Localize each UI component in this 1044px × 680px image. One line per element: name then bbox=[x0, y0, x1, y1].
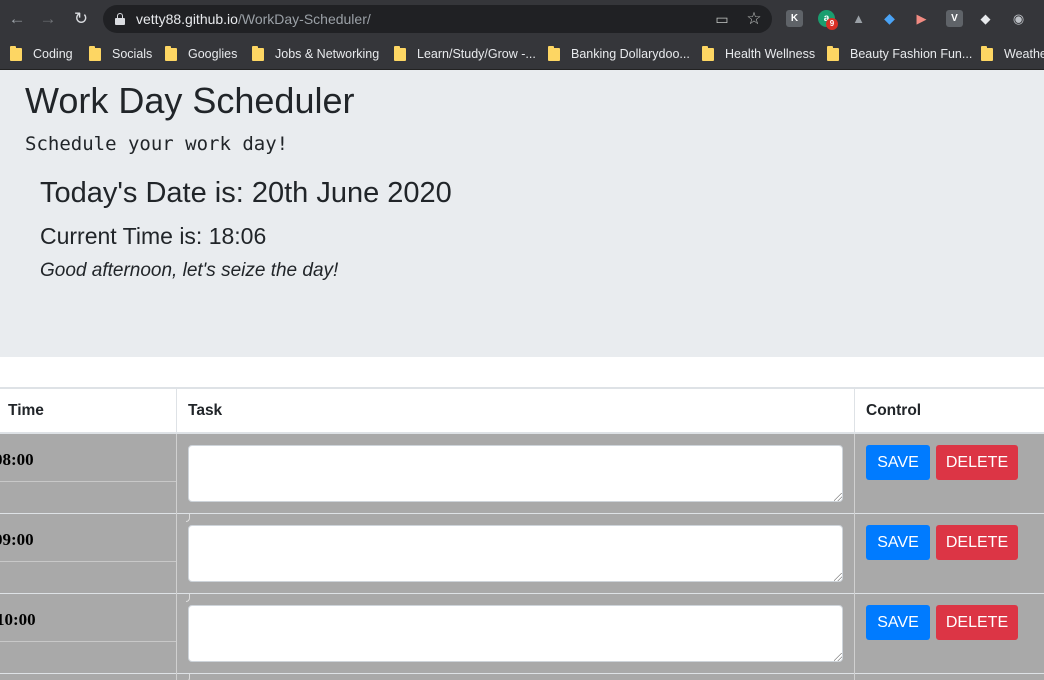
bookmark-label: Learn/Study/Grow -... bbox=[417, 47, 536, 61]
column-divider bbox=[176, 594, 177, 674]
video-icon[interactable]: ▶ bbox=[913, 10, 930, 27]
bookmark-label: Health Wellness bbox=[725, 47, 816, 61]
bookmark-label: Beauty Fashion Fun... bbox=[850, 47, 973, 61]
resize-handle-icon[interactable] bbox=[834, 493, 842, 501]
column-divider bbox=[176, 389, 177, 434]
hour-label: 08:00 bbox=[0, 450, 34, 469]
column-divider bbox=[176, 434, 177, 514]
folder-icon bbox=[981, 46, 993, 61]
save-button[interactable]: SAVE bbox=[866, 525, 930, 560]
folder-icon bbox=[548, 46, 560, 61]
cell-edge bbox=[186, 594, 190, 602]
control-column-header: Control bbox=[866, 402, 922, 419]
bookmark-label: Coding bbox=[33, 47, 73, 61]
extension-grammar-icon[interactable]: a9 bbox=[818, 10, 838, 30]
column-divider bbox=[176, 674, 177, 680]
address-bar[interactable]: vetty88.github.io/WorkDay-Scheduler/ ▭ ☆ bbox=[103, 5, 772, 33]
bookmark-label: Weathe bbox=[1004, 47, 1044, 61]
back-icon[interactable]: ← bbox=[7, 9, 27, 29]
hour-label: 09:00 bbox=[0, 530, 34, 549]
layers-icon[interactable]: ◆ bbox=[881, 10, 898, 27]
delete-button[interactable]: DELETE bbox=[936, 525, 1018, 560]
column-divider bbox=[854, 434, 855, 514]
cat-icon[interactable]: ◉ bbox=[1010, 10, 1027, 27]
extension-badge: 9 bbox=[826, 18, 838, 30]
task-column-header: Task bbox=[188, 402, 223, 419]
greeting-text: Good afternoon, let's seize the day! bbox=[40, 260, 339, 281]
cell-edge bbox=[186, 674, 190, 680]
current-time: Current Time is: 18:06 bbox=[40, 223, 267, 249]
delete-button[interactable]: DELETE bbox=[936, 605, 1018, 640]
task-textarea[interactable] bbox=[188, 525, 843, 582]
folder-icon bbox=[165, 46, 177, 61]
folder-icon bbox=[89, 46, 101, 61]
install-icon[interactable]: ▭ bbox=[713, 10, 731, 28]
resize-handle-icon[interactable] bbox=[834, 573, 842, 581]
divider bbox=[0, 481, 177, 482]
table-header: Time Task Control bbox=[0, 387, 1044, 434]
task-textarea[interactable] bbox=[188, 445, 843, 502]
drive-icon[interactable]: ▲ bbox=[850, 10, 867, 27]
resize-handle-icon[interactable] bbox=[834, 653, 842, 661]
star-icon[interactable]: ☆ bbox=[745, 10, 763, 28]
page-content: Work Day Scheduler Schedule your work da… bbox=[0, 70, 1044, 680]
folder-icon bbox=[394, 46, 406, 61]
task-textarea[interactable] bbox=[188, 605, 843, 662]
hour-label: 10:00 bbox=[0, 610, 36, 629]
lock-icon[interactable] bbox=[115, 13, 125, 25]
bookmarks-bar: Coding Socials Googlies Jobs & Networkin… bbox=[0, 38, 1044, 70]
table-row: 09:00 SAVE DELETE bbox=[0, 514, 1044, 594]
header-jumbotron: Work Day Scheduler Schedule your work da… bbox=[0, 70, 1044, 357]
page-title: Work Day Scheduler bbox=[25, 80, 355, 121]
folder-icon bbox=[10, 46, 22, 61]
folder-icon bbox=[702, 46, 714, 61]
save-button[interactable]: SAVE bbox=[866, 605, 930, 640]
cell-edge bbox=[186, 514, 190, 522]
column-divider bbox=[854, 594, 855, 674]
bookmark-label: Socials bbox=[112, 47, 153, 61]
column-divider bbox=[176, 514, 177, 594]
browser-toolbar: ← → ↻ vetty88.github.io/WorkDay-Schedule… bbox=[0, 0, 1044, 38]
folder-icon bbox=[252, 46, 264, 61]
save-button[interactable]: SAVE bbox=[866, 445, 930, 480]
url-path: /WorkDay-Scheduler/ bbox=[237, 11, 371, 27]
folder-icon bbox=[827, 46, 839, 61]
extension-k-icon[interactable]: K bbox=[786, 10, 803, 27]
table-row: 08:00 SAVE DELETE bbox=[0, 434, 1044, 514]
current-date: Today's Date is: 20th June 2020 bbox=[40, 177, 452, 209]
column-divider bbox=[854, 389, 855, 434]
reload-icon[interactable]: ↻ bbox=[71, 9, 91, 29]
page-lead: Schedule your work day! bbox=[25, 133, 289, 155]
time-column-header: Time bbox=[8, 402, 44, 419]
url-host: vetty88.github.io bbox=[136, 11, 238, 27]
divider bbox=[0, 561, 177, 562]
git-icon[interactable]: ◆ bbox=[977, 10, 994, 27]
bookmark-label: Banking Dollarydoo... bbox=[571, 47, 690, 61]
url-text[interactable]: vetty88.github.io/WorkDay-Scheduler/ bbox=[136, 11, 371, 27]
table-row bbox=[0, 674, 1044, 680]
delete-button[interactable]: DELETE bbox=[936, 445, 1018, 480]
column-divider bbox=[854, 674, 855, 680]
table-row: 10:00 SAVE DELETE bbox=[0, 594, 1044, 674]
column-divider bbox=[854, 514, 855, 594]
bookmark-label: Jobs & Networking bbox=[275, 47, 380, 61]
extension-v-icon[interactable]: V bbox=[946, 10, 963, 27]
divider bbox=[0, 641, 177, 642]
forward-icon[interactable]: → bbox=[38, 9, 58, 29]
bookmark-label: Googlies bbox=[188, 47, 238, 61]
